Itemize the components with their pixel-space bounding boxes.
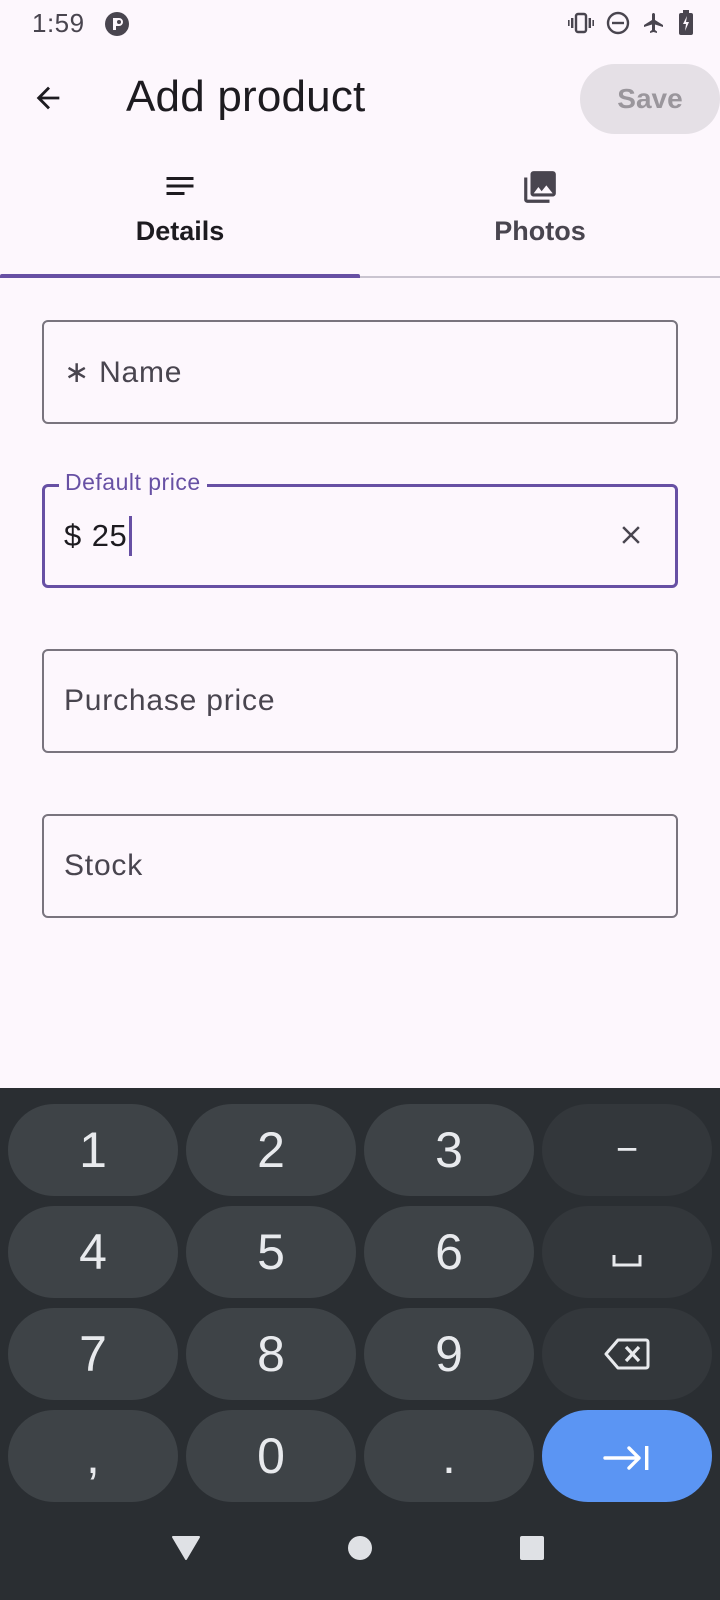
currency-prefix: $ xyxy=(64,518,82,553)
key-6[interactable]: 6 xyxy=(364,1206,534,1298)
back-button[interactable] xyxy=(22,74,74,126)
page-title: Add product xyxy=(126,72,366,121)
notes-icon xyxy=(162,168,198,209)
key-8-label: 8 xyxy=(257,1326,285,1382)
key-3[interactable]: 3 xyxy=(364,1104,534,1196)
tab-details[interactable]: Details xyxy=(0,150,360,276)
tab-photos[interactable]: Photos xyxy=(360,150,720,276)
square-recents-icon xyxy=(519,1535,545,1566)
key-minus-label: − xyxy=(615,1129,639,1171)
status-time: 1:59 xyxy=(32,8,85,38)
key-0[interactable]: 0 xyxy=(186,1410,356,1502)
airplane-mode-icon xyxy=(642,11,666,35)
key-3-label: 3 xyxy=(435,1122,463,1178)
name-field-label: ∗ Name xyxy=(64,355,183,389)
key-5[interactable]: 5 xyxy=(186,1206,356,1298)
key-8[interactable]: 8 xyxy=(186,1308,356,1400)
tab-details-label: Details xyxy=(135,216,225,246)
nav-back-button[interactable] xyxy=(146,1500,226,1600)
text-cursor xyxy=(129,516,133,556)
stock-field[interactable]: Stock xyxy=(42,814,678,918)
key-4-label: 4 xyxy=(79,1224,107,1280)
save-button[interactable]: Save xyxy=(580,64,720,134)
key-minus[interactable]: − xyxy=(542,1104,712,1196)
app-notification-icon xyxy=(104,11,130,37)
do-not-disturb-icon xyxy=(606,11,630,35)
triangle-back-icon xyxy=(171,1535,201,1566)
key-2-label: 2 xyxy=(257,1122,285,1178)
tab-photos-label: Photos xyxy=(494,216,586,246)
system-nav-bar xyxy=(0,1500,720,1600)
purchase-price-label: Purchase price xyxy=(64,684,276,717)
photo-library-icon xyxy=(521,168,559,211)
status-icons xyxy=(568,10,694,36)
key-6-label: 6 xyxy=(435,1224,463,1280)
key-space[interactable] xyxy=(542,1206,712,1298)
arrow-back-icon xyxy=(31,81,65,120)
key-7[interactable]: 7 xyxy=(8,1308,178,1400)
key-7-label: 7 xyxy=(79,1326,107,1382)
close-icon xyxy=(616,520,646,555)
key-2[interactable]: 2 xyxy=(186,1104,356,1196)
key-0-label: 0 xyxy=(257,1428,285,1484)
key-period-label: . xyxy=(442,1428,456,1484)
key-period[interactable]: . xyxy=(364,1410,534,1502)
default-price-value: 25 xyxy=(91,518,128,553)
vibrate-icon xyxy=(568,11,594,35)
key-4[interactable]: 4 xyxy=(8,1206,178,1298)
stock-label: Stock xyxy=(64,849,144,882)
key-next[interactable] xyxy=(542,1410,712,1502)
name-field[interactable]: ∗ Name xyxy=(42,320,678,424)
key-comma-label: , xyxy=(86,1428,100,1484)
default-price-field[interactable]: Default price $ 25 xyxy=(42,469,678,588)
key-backspace[interactable] xyxy=(542,1308,712,1400)
key-1-label: 1 xyxy=(79,1122,107,1178)
nav-home-button[interactable] xyxy=(320,1500,400,1600)
nav-recents-button[interactable] xyxy=(492,1500,572,1600)
key-9[interactable]: 9 xyxy=(364,1308,534,1400)
backspace-icon xyxy=(604,1329,650,1379)
tab-next-icon xyxy=(603,1431,651,1481)
key-5-label: 5 xyxy=(257,1224,285,1280)
space-bar-icon xyxy=(612,1227,642,1277)
key-comma[interactable]: , xyxy=(8,1410,178,1502)
key-9-label: 9 xyxy=(435,1326,463,1382)
tab-bar: Details Photos xyxy=(0,150,720,278)
battery-charging-icon xyxy=(678,10,694,36)
purchase-price-field[interactable]: Purchase price xyxy=(42,649,678,753)
default-price-input[interactable]: $ 25 xyxy=(64,487,133,585)
circle-home-icon xyxy=(347,1535,373,1566)
key-1[interactable]: 1 xyxy=(8,1104,178,1196)
clear-button[interactable] xyxy=(605,511,657,563)
tab-indicator xyxy=(0,274,360,278)
